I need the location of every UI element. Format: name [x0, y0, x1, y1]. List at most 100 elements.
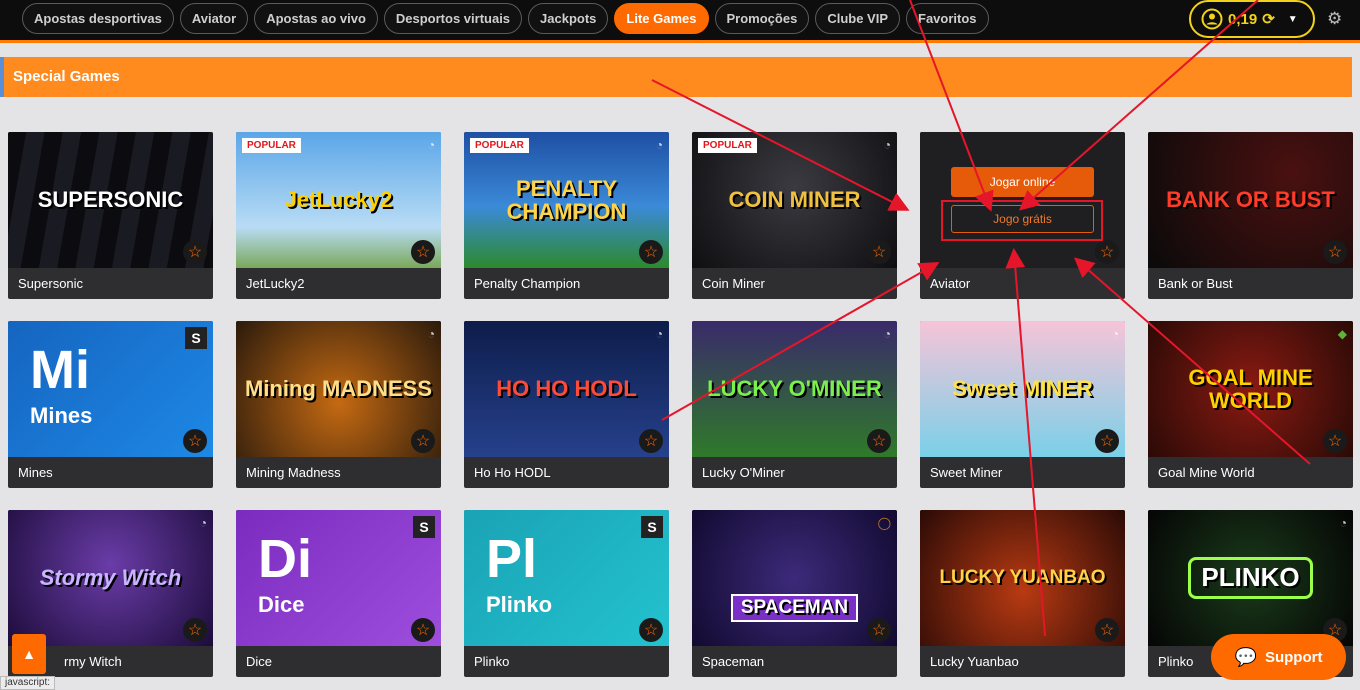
gear-icon[interactable]: ⚙ [1327, 9, 1342, 29]
provider-icon: ◔ [427, 138, 435, 152]
spribe-badge: S [185, 327, 207, 349]
game-name: Lucky O'Miner [702, 465, 785, 480]
support-button[interactable]: 💬 Support [1211, 634, 1346, 680]
game-thumbnail[interactable]: LUCKY O'MINER [692, 321, 897, 457]
balance-amount: 0,19 [1228, 10, 1258, 28]
game-thumbnail[interactable]: Di Dice [236, 510, 441, 646]
game-name: Plinko [1158, 654, 1194, 669]
game-art-title: Sweet MINER [952, 376, 1093, 402]
star-icon[interactable]: ☆ [639, 429, 663, 453]
star-icon[interactable]: ☆ [411, 618, 435, 642]
game-art-title: PLINKO [1188, 557, 1313, 599]
aviator-hover-overlay: Jogar online Jogo grátis [920, 132, 1125, 268]
star-icon[interactable]: ☆ [411, 240, 435, 264]
game-card-goal-mine-world[interactable]: GOAL MINE WORLD ◆ ☆ Goal Mine World [1148, 321, 1353, 488]
game-card-lucky-ominer[interactable]: LUCKY O'MINER ◔ ☆ Lucky O'Miner [692, 321, 897, 488]
game-thumbnail[interactable]: Mining MADNESS [236, 321, 441, 457]
game-letters: Mi [30, 340, 90, 400]
game-card-lucky-yuanbao[interactable]: LUCKY YUANBAO ☆ Lucky Yuanbao [920, 510, 1125, 677]
star-icon[interactable]: ☆ [867, 618, 891, 642]
spribe-badge: S [413, 516, 435, 538]
game-name: JetLucky2 [246, 276, 305, 291]
game-card-coin-miner[interactable]: COIN MINER POPULAR ◔ ☆ Coin Miner [692, 132, 897, 299]
nav-item-clube-vip[interactable]: Clube VIP [815, 3, 901, 34]
game-card-jetlucky2[interactable]: JetLucky2 POPULAR ◔ ☆ JetLucky2 [236, 132, 441, 299]
star-icon[interactable]: ☆ [1095, 240, 1119, 264]
support-label: Support [1264, 648, 1323, 666]
nav-item-promocoes[interactable]: Promoções [714, 3, 810, 34]
game-card-mining-madness[interactable]: Mining MADNESS ◔ ☆ Mining Madness [236, 321, 441, 488]
star-icon[interactable]: ☆ [1095, 429, 1119, 453]
provider-icon: ◯ [877, 516, 891, 530]
game-name: Dice [246, 654, 273, 669]
game-name: Mining Madness [246, 465, 341, 480]
game-name: Spaceman [702, 654, 765, 669]
game-thumbnail[interactable]: Stormy Witch [8, 510, 213, 646]
game-card-mines[interactable]: Mi Mines S ☆ Mines [8, 321, 213, 488]
account-balance-button[interactable]: 0,19 ⟳ ▼ [1189, 0, 1315, 38]
star-icon[interactable]: ☆ [867, 240, 891, 264]
game-thumbnail[interactable]: Pl Plinko [464, 510, 669, 646]
game-thumbnail[interactable]: HO HO HODL [464, 321, 669, 457]
refresh-icon[interactable]: ⟳ [1262, 10, 1275, 28]
game-name: Lucky Yuanbao [930, 654, 1019, 669]
game-card-sweet-miner[interactable]: Sweet MINER ◔ ☆ Sweet Miner [920, 321, 1125, 488]
star-icon[interactable]: ☆ [867, 429, 891, 453]
game-card-dice[interactable]: Di Dice S ☆ Dice [236, 510, 441, 677]
game-thumbnail[interactable]: SUPERSONIC [8, 132, 213, 268]
popular-badge: POPULAR [698, 138, 757, 153]
game-thumbnail[interactable]: GOAL MINE WORLD [1148, 321, 1353, 457]
game-thumbnail[interactable]: SPACEMAN [692, 510, 897, 646]
game-thumbnail[interactable]: BANK OR BUST [1148, 132, 1353, 268]
nav-item-desportos-virtuais[interactable]: Desportos virtuais [383, 3, 523, 34]
star-icon[interactable]: ☆ [183, 618, 207, 642]
provider-icon: ◔ [655, 138, 663, 152]
section-header: Special Games [0, 57, 1352, 97]
star-icon[interactable]: ☆ [639, 240, 663, 264]
game-thumbnail[interactable]: Mi Mines [8, 321, 213, 457]
game-art-title: JetLucky2 [284, 187, 393, 213]
chevron-down-icon[interactable]: ▼ [1288, 14, 1298, 25]
game-art-title: Stormy Witch [39, 565, 182, 591]
game-art-title: HO HO HODL [496, 376, 637, 402]
game-subtitle: Plinko [486, 592, 553, 617]
game-thumbnail[interactable]: Sweet MINER [920, 321, 1125, 457]
star-icon[interactable]: ☆ [1323, 429, 1347, 453]
game-name: Sweet Miner [930, 465, 1003, 480]
nav-item-apostas-ao-vivo[interactable]: Apostas ao vivo [254, 3, 378, 34]
nav-item-aviator[interactable]: Aviator [179, 3, 249, 34]
provider-icon: ◔ [199, 516, 207, 530]
star-icon[interactable]: ☆ [183, 240, 207, 264]
game-card-ho-ho-hodl[interactable]: HO HO HODL ◔ ☆ Ho Ho HODL [464, 321, 669, 488]
nav-item-lite-games[interactable]: Lite Games [614, 3, 709, 34]
nav-item-apostas-desportivas[interactable]: Apostas desportivas [22, 3, 174, 34]
game-art-title: LUCKY YUANBAO [939, 567, 1106, 589]
game-card-supersonic[interactable]: SUPERSONIC ☆ Supersonic [8, 132, 213, 299]
game-card-plinko[interactable]: Pl Plinko S ☆ Plinko [464, 510, 669, 677]
scroll-to-top-button[interactable]: ▲ [12, 634, 46, 674]
game-art-title: SUPERSONIC [37, 187, 184, 213]
star-icon[interactable]: ☆ [411, 429, 435, 453]
game-card-bank-or-bust[interactable]: BANK OR BUST ☆ Bank or Bust [1148, 132, 1353, 299]
play-online-button[interactable]: Jogar online [951, 167, 1094, 197]
spribe-badge: S [641, 516, 663, 538]
game-subtitle: Dice [258, 592, 305, 617]
game-art-title: LUCKY O'MINER [707, 376, 882, 402]
game-thumbnail[interactable]: LUCKY YUANBAO [920, 510, 1125, 646]
nav-item-favoritos[interactable]: Favoritos [906, 3, 989, 34]
game-card-penalty-champion[interactable]: PENALTY CHAMPION POPULAR ◔ ☆ Penalty Cha… [464, 132, 669, 299]
star-icon[interactable]: ☆ [639, 618, 663, 642]
star-icon[interactable]: ☆ [183, 429, 207, 453]
user-icon [1201, 8, 1223, 30]
star-icon[interactable]: ☆ [1095, 618, 1119, 642]
provider-icon: ◔ [883, 327, 891, 341]
top-navigation-bar: Apostas desportivas Aviator Apostas ao v… [0, 0, 1360, 43]
star-icon[interactable]: ☆ [1323, 240, 1347, 264]
game-name: Plinko [474, 654, 510, 669]
annotation-highlight-box [941, 200, 1103, 241]
game-card-spaceman[interactable]: SPACEMAN ◯ ☆ Spaceman [692, 510, 897, 677]
game-thumbnail[interactable]: PLINKO [1148, 510, 1353, 646]
provider-icon: ◆ [1337, 327, 1347, 341]
game-card-aviator[interactable]: Jogar online Jogo grátis ☆ Aviator [920, 132, 1125, 299]
nav-item-jackpots[interactable]: Jackpots [528, 3, 609, 34]
